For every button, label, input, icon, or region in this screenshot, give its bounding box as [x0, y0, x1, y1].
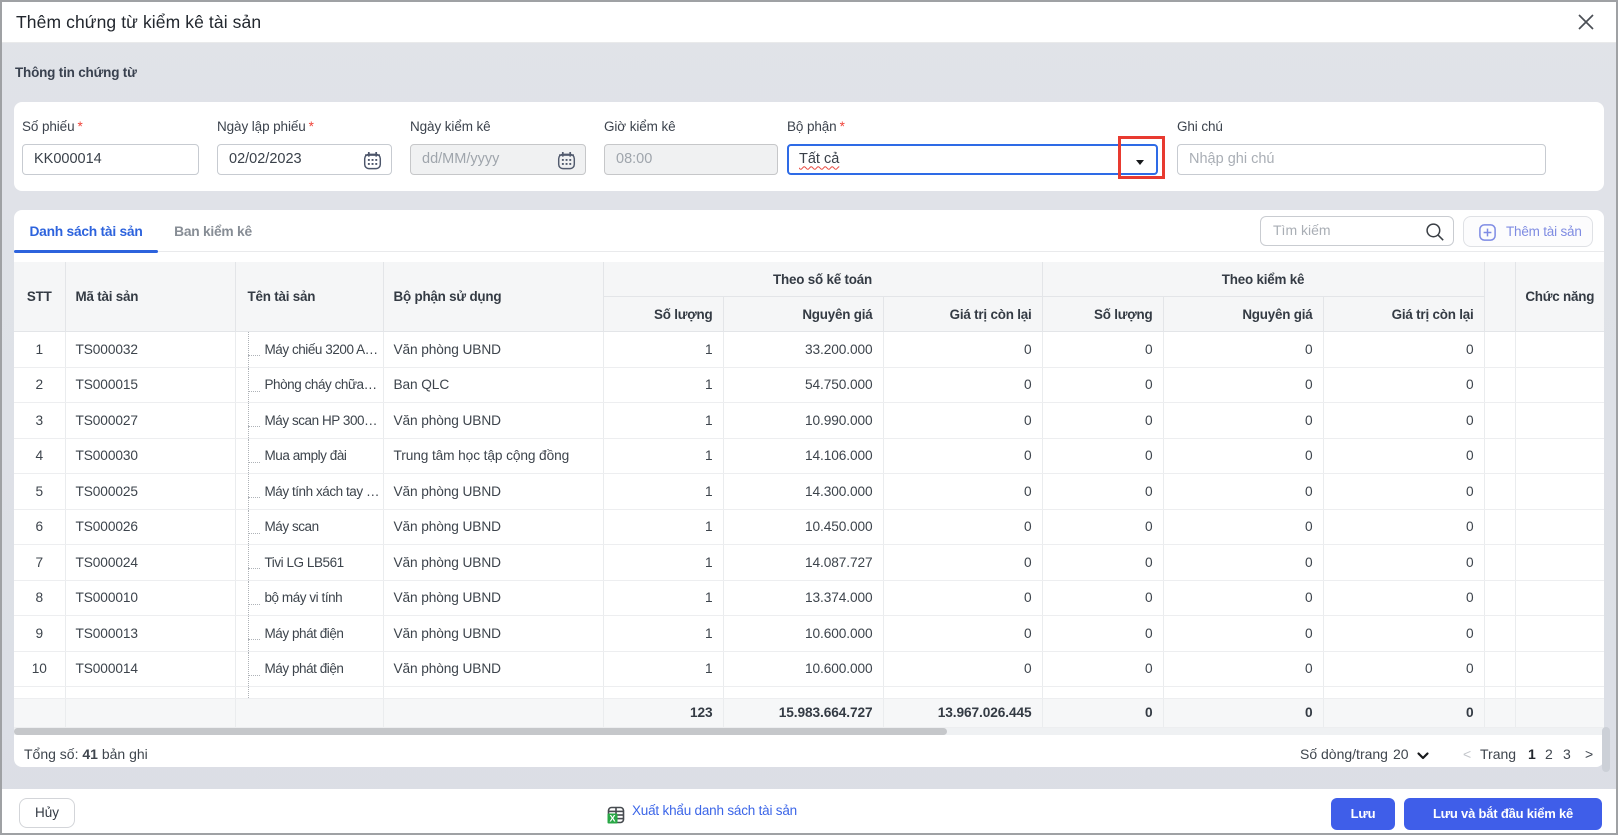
- svg-text:X: X: [609, 814, 615, 824]
